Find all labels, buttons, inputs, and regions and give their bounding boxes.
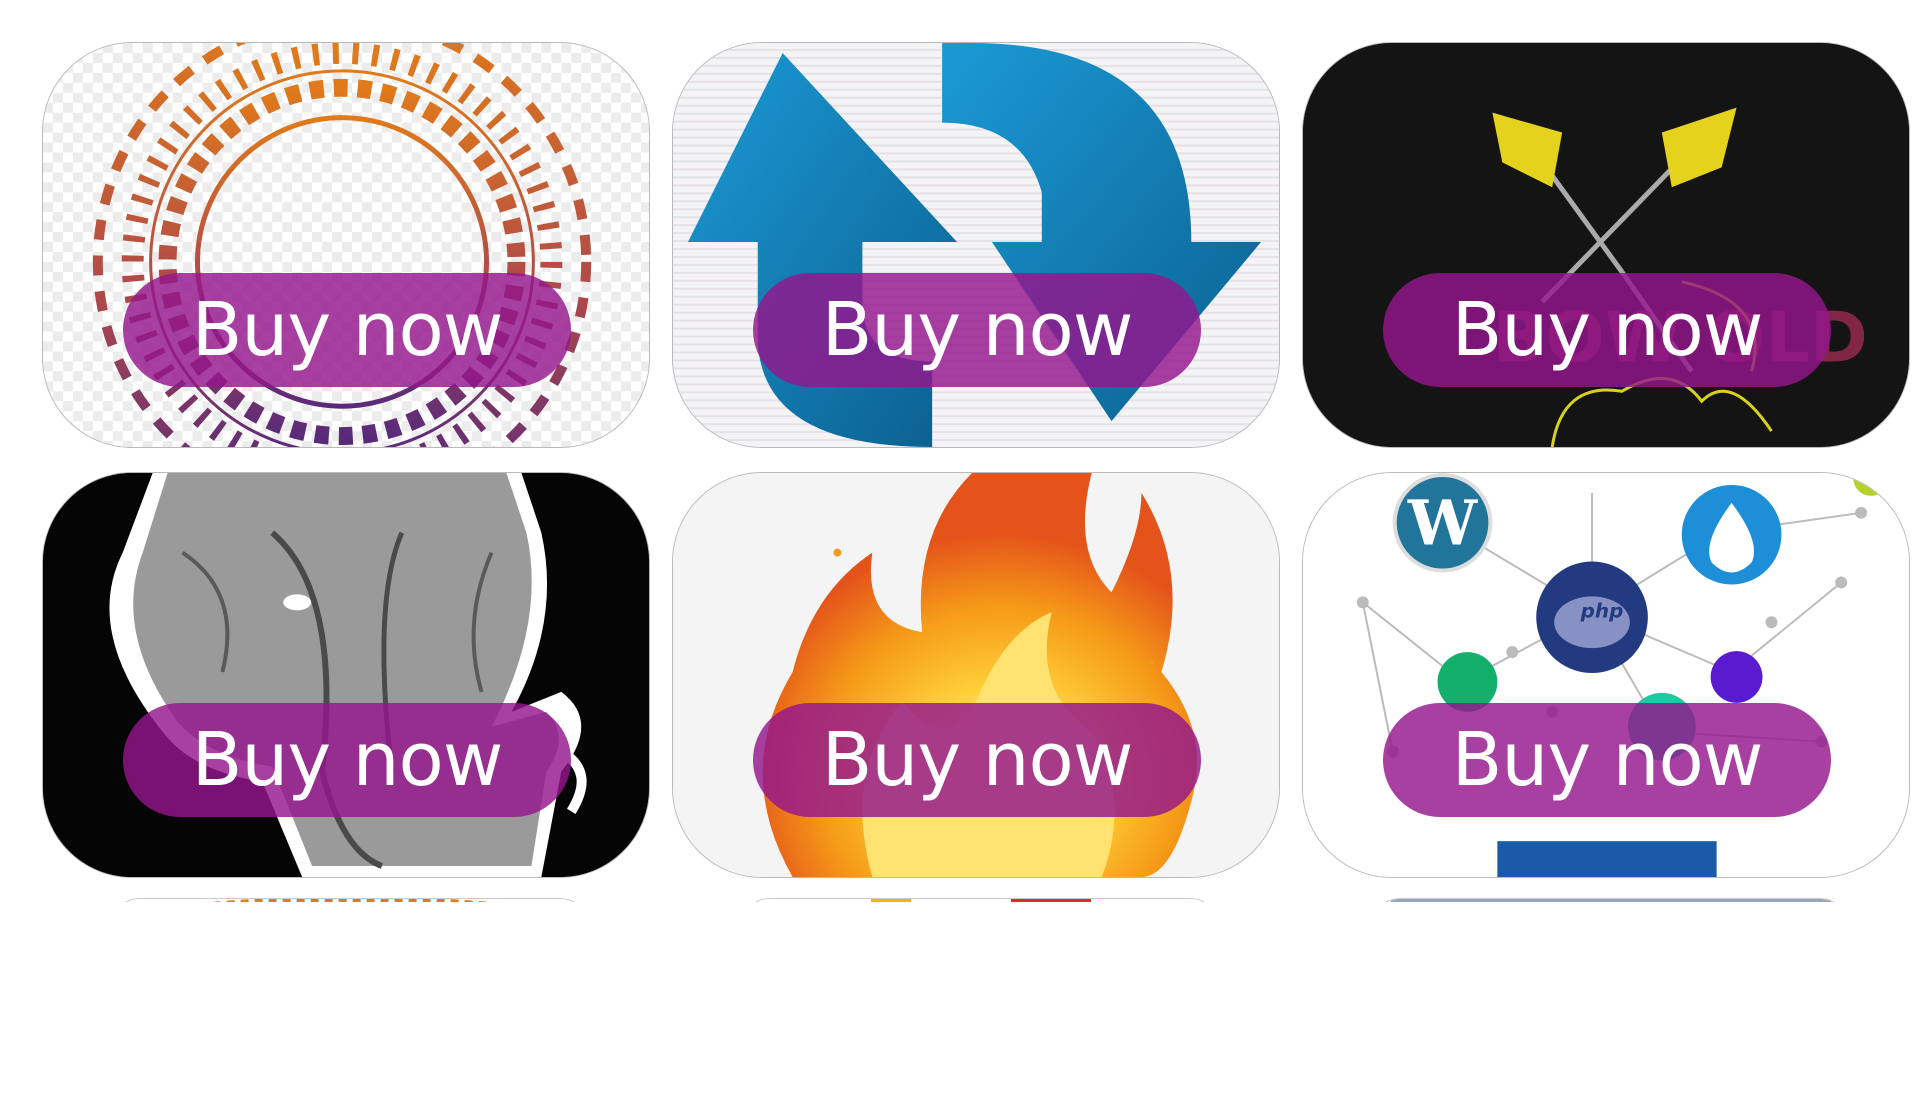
buy-now-button[interactable]: Buy now bbox=[123, 703, 571, 817]
product-card-fire[interactable]: Buy now bbox=[672, 472, 1280, 878]
product-card-refresh[interactable]: Buy now bbox=[672, 42, 1280, 448]
svg-text:W: W bbox=[1407, 487, 1479, 560]
product-card-php[interactable]: W php Buy now bbox=[1302, 472, 1910, 878]
page-fold bbox=[0, 902, 1920, 1102]
buy-now-button[interactable]: Buy now bbox=[1383, 273, 1831, 387]
svg-text:php: php bbox=[1580, 599, 1624, 622]
product-grid: Buy now Buy now Buy now Buy now Buy now … bbox=[0, 0, 1920, 1102]
product-card-arrows[interactable]: BOW OLD Buy now bbox=[1302, 42, 1910, 448]
product-card-elephant[interactable]: Buy now bbox=[42, 472, 650, 878]
buy-now-button[interactable]: Buy now bbox=[753, 273, 1201, 387]
buy-now-button[interactable]: Buy now bbox=[1383, 703, 1831, 817]
buy-now-button[interactable]: Buy now bbox=[753, 703, 1201, 817]
buy-now-button[interactable]: Buy now bbox=[123, 273, 571, 387]
product-card-mandala[interactable]: Buy now bbox=[42, 42, 650, 448]
